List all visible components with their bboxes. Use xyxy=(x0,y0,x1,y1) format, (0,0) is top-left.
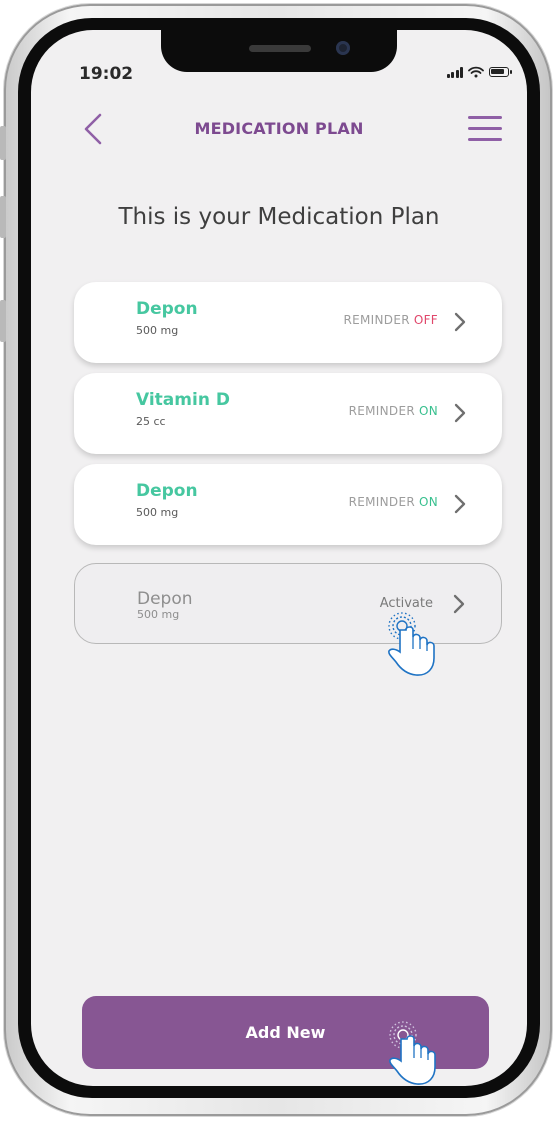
chevron-right-icon[interactable] xyxy=(453,402,467,424)
page-title: MEDICATION PLAN xyxy=(194,119,364,138)
phone-volume-down-button xyxy=(0,300,6,342)
phone-volume-up-button xyxy=(0,196,6,238)
medication-name: Depon xyxy=(136,299,198,319)
wifi-icon xyxy=(468,66,484,78)
status-time: 19:02 xyxy=(79,64,134,84)
medication-dose: 25 cc xyxy=(136,415,166,428)
medication-card[interactable]: Depon 500 mg REMINDER ON xyxy=(74,464,502,545)
signal-icon xyxy=(446,66,463,78)
reminder-label: REMINDER xyxy=(348,495,415,509)
medication-name: Depon xyxy=(136,481,198,501)
battery-icon xyxy=(489,67,512,77)
chevron-right-icon[interactable] xyxy=(453,493,467,515)
medication-name: Depon xyxy=(137,589,193,609)
app-screen: 19:02 MEDICATION PLAN This is your Medic… xyxy=(31,30,527,1086)
reminder-label: REMINDER xyxy=(348,404,415,418)
medication-dose: 500 mg xyxy=(136,324,179,337)
medication-dose: 500 mg xyxy=(136,506,179,519)
medication-name: Vitamin D xyxy=(136,390,230,410)
speaker xyxy=(249,45,311,52)
reminder-label: REMINDER xyxy=(343,313,410,327)
front-camera xyxy=(336,41,350,55)
status-icons xyxy=(446,66,512,78)
medication-card[interactable]: Vitamin D 25 cc REMINDER ON xyxy=(74,373,502,454)
reminder-status[interactable]: REMINDER OFF xyxy=(343,313,438,327)
page-heading: This is your Medication Plan xyxy=(118,204,440,230)
reminder-state: ON xyxy=(418,495,438,509)
chevron-right-icon[interactable] xyxy=(453,311,467,333)
tap-hand-icon xyxy=(388,612,435,676)
tap-hand-icon xyxy=(389,1021,436,1085)
medication-dose: 500 mg xyxy=(137,608,180,621)
medication-card[interactable]: Depon 500 mg REMINDER OFF xyxy=(74,282,502,363)
reminder-status[interactable]: REMINDER ON xyxy=(349,495,438,509)
reminder-state: OFF xyxy=(413,313,438,327)
phone-side-button xyxy=(0,126,6,160)
hamburger-menu-icon[interactable] xyxy=(468,116,502,142)
notch xyxy=(161,30,397,72)
reminder-status[interactable]: REMINDER ON xyxy=(349,404,438,418)
reminder-state: ON xyxy=(418,404,438,418)
